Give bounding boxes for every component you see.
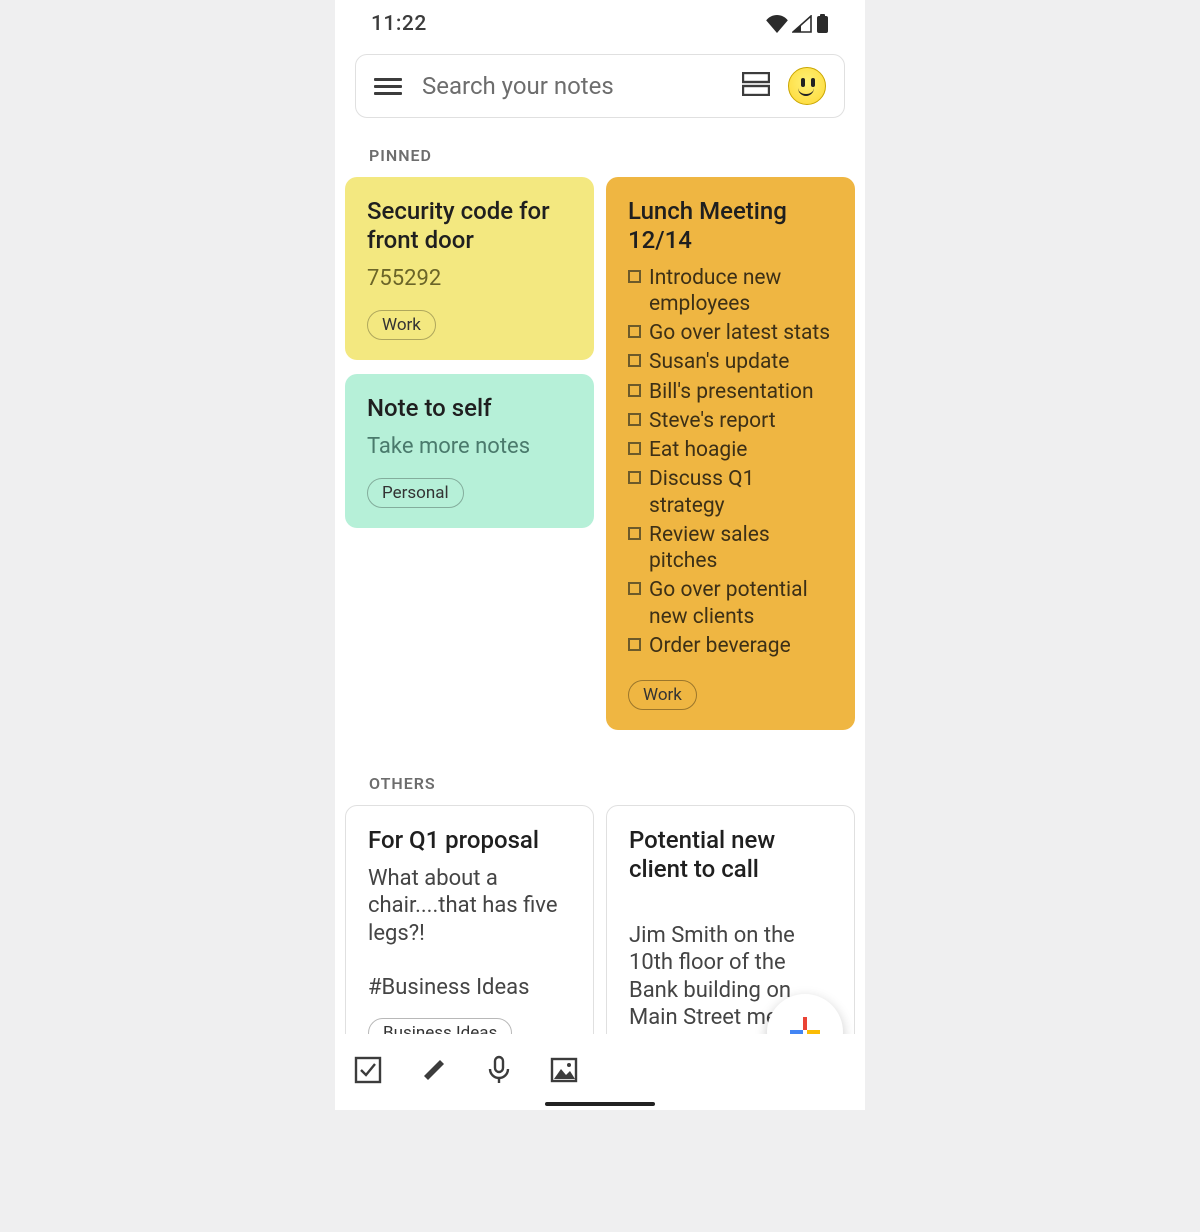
checkbox-icon[interactable]	[628, 413, 641, 426]
search-input[interactable]: Search your notes	[422, 72, 742, 100]
checklist-item[interactable]: Bill's presentation	[628, 379, 833, 405]
checklist-text: Review sales pitches	[649, 522, 833, 575]
checklist-text: Steve's report	[649, 408, 776, 434]
note-title: For Q1 proposal	[368, 826, 571, 855]
new-image-icon[interactable]	[549, 1055, 579, 1089]
section-pinned-header: PINNED	[369, 146, 865, 165]
note-body: 755292	[367, 265, 572, 293]
checklist: Introduce new employees Go over latest s…	[628, 265, 833, 660]
checklist-item[interactable]: Eat hoagie	[628, 437, 833, 463]
label-chip[interactable]: Personal	[367, 478, 464, 508]
pinned-col-right: Lunch Meeting 12/14 Introduce new employ…	[606, 177, 855, 730]
note-q1-proposal[interactable]: For Q1 proposal What about a chair....th…	[345, 805, 594, 1069]
note-to-self[interactable]: Note to self Take more notes Personal	[345, 374, 594, 528]
layout-toggle-icon[interactable]	[742, 72, 770, 100]
account-avatar[interactable]	[788, 67, 826, 105]
checkbox-icon[interactable]	[628, 354, 641, 367]
checklist-text: Go over potential new clients	[649, 577, 833, 630]
note-security-code[interactable]: Security code for front door 755292 Work	[345, 177, 594, 360]
note-title: Lunch Meeting 12/14	[628, 197, 833, 255]
battery-icon	[816, 14, 829, 34]
menu-icon[interactable]	[374, 78, 402, 95]
gesture-bar	[545, 1102, 655, 1106]
checkbox-icon[interactable]	[628, 527, 641, 540]
note-title: Note to self	[367, 394, 572, 423]
note-body: What about a chair....that has five legs…	[368, 865, 571, 948]
checklist-text: Go over latest stats	[649, 320, 830, 346]
checklist-item[interactable]: Introduce new employees	[628, 265, 833, 318]
pinned-grid: Security code for front door 755292 Work…	[335, 177, 865, 730]
checklist-text: Introduce new employees	[649, 265, 833, 318]
status-bar: 11:22	[335, 0, 865, 38]
checkbox-icon[interactable]	[628, 638, 641, 651]
label-chip[interactable]: Work	[628, 680, 697, 710]
search-bar[interactable]: Search your notes	[355, 54, 845, 118]
new-drawing-icon[interactable]	[419, 1055, 449, 1089]
phone-frame: 11:22 Search your notes PINNED Security …	[335, 0, 865, 1110]
new-list-icon[interactable]	[353, 1055, 383, 1089]
checkbox-icon[interactable]	[628, 442, 641, 455]
wifi-icon	[766, 15, 788, 33]
checklist-item[interactable]: Go over potential new clients	[628, 577, 833, 630]
pinned-col-left: Security code for front door 755292 Work…	[345, 177, 594, 528]
checkbox-icon[interactable]	[628, 270, 641, 283]
status-icons	[766, 14, 829, 34]
checklist-item[interactable]: Go over latest stats	[628, 320, 833, 346]
section-others-header: OTHERS	[369, 774, 865, 793]
checklist-item[interactable]: Order beverage	[628, 633, 833, 659]
note-title: Security code for front door	[367, 197, 572, 255]
label-chip[interactable]: Work	[367, 310, 436, 340]
checkbox-icon[interactable]	[628, 325, 641, 338]
new-audio-icon[interactable]	[485, 1055, 513, 1089]
checklist-text: Bill's presentation	[649, 379, 814, 405]
note-lunch-meeting[interactable]: Lunch Meeting 12/14 Introduce new employ…	[606, 177, 855, 730]
checklist-text: Eat hoagie	[649, 437, 747, 463]
signal-icon	[792, 15, 812, 33]
note-body: Take more notes	[367, 433, 572, 461]
note-title: Potential new client to call	[629, 826, 832, 884]
checklist-item[interactable]: Susan's update	[628, 349, 833, 375]
checkbox-icon[interactable]	[628, 384, 641, 397]
checklist-text: Discuss Q1 strategy	[649, 466, 833, 519]
checkbox-icon[interactable]	[628, 582, 641, 595]
note-hashtag: #Business Ideas	[368, 975, 571, 1000]
checklist-item[interactable]: Steve's report	[628, 408, 833, 434]
checkbox-icon[interactable]	[628, 471, 641, 484]
checklist-item[interactable]: Discuss Q1 strategy	[628, 466, 833, 519]
bottom-toolbar	[335, 1034, 865, 1110]
checklist-text: Order beverage	[649, 633, 791, 659]
checklist-item[interactable]: Review sales pitches	[628, 522, 833, 575]
status-time: 11:22	[371, 12, 427, 36]
checklist-text: Susan's update	[649, 349, 789, 375]
